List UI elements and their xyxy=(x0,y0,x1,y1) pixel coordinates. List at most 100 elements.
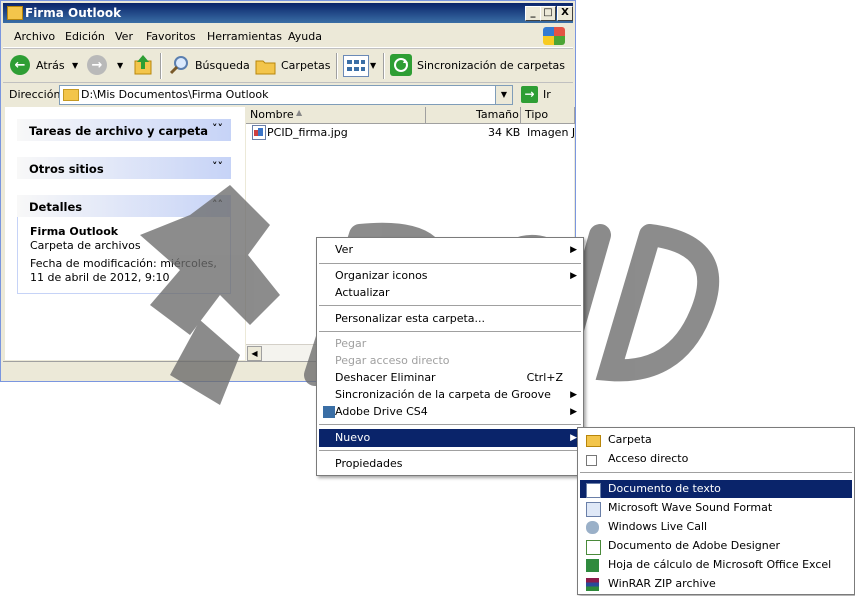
file-name[interactable]: PCID_firma.jpg xyxy=(267,126,348,139)
submenu-item-excel[interactable]: Hoja de cálculo de Microsoft Office Exce… xyxy=(580,556,852,574)
menu-item-personalizar[interactable]: Personalizar esta carpeta... xyxy=(319,310,581,328)
submenu-item-designer[interactable]: Documento de Adobe Designer xyxy=(580,537,852,555)
submenu-item-label: Windows Live Call xyxy=(608,520,708,533)
chevron-up-icon[interactable]: ˄˄ xyxy=(212,198,223,211)
details-type: Carpeta de archivos xyxy=(30,239,141,252)
panel-details-title: Detalles xyxy=(29,200,83,214)
menu-separator xyxy=(319,263,581,264)
shortcut-label: Ctrl+Z xyxy=(526,371,563,384)
menu-item-ver[interactable]: Ver ▶ xyxy=(319,241,581,259)
submenu-item-winrar[interactable]: WinRAR ZIP archive xyxy=(580,575,852,593)
folders-label[interactable]: Carpetas xyxy=(281,59,330,72)
menu-item-label: Deshacer Eliminar xyxy=(335,371,436,384)
menu-item-actualizar[interactable]: Actualizar xyxy=(319,284,581,302)
panel-tasks-title: Tareas de archivo y carpeta xyxy=(29,124,209,138)
windows-logo-icon xyxy=(543,27,565,45)
folder-icon xyxy=(586,435,601,447)
menu-favoritos[interactable]: Favoritos xyxy=(146,30,196,43)
panel-details[interactable]: Detalles ˄˄ xyxy=(17,195,231,217)
forward-arrow-icon[interactable]: → xyxy=(87,55,107,75)
menu-item-groove[interactable]: Sincronización de la carpeta de Groove ▶ xyxy=(319,386,581,404)
submenu-item-texto[interactable]: Documento de texto xyxy=(580,480,852,498)
submenu-item-wave[interactable]: Microsoft Wave Sound Format xyxy=(580,499,852,517)
menu-herramientas[interactable]: Herramientas xyxy=(207,30,282,43)
scroll-left-icon[interactable]: ◀ xyxy=(247,346,262,361)
go-arrow-icon[interactable]: → xyxy=(521,86,538,103)
submenu-item-live-call[interactable]: Windows Live Call xyxy=(580,518,852,536)
menu-archivo[interactable]: Archivo xyxy=(14,30,55,43)
menu-item-label: Personalizar esta carpeta... xyxy=(335,312,486,325)
address-input[interactable]: D:\Mis Documentos\Firma Outlook ▼ xyxy=(59,85,513,105)
chevron-down-icon[interactable]: ˅˅ xyxy=(212,160,223,173)
submenu-item-label: WinRAR ZIP archive xyxy=(608,577,716,590)
shortcut-icon xyxy=(586,455,597,466)
column-type[interactable]: Tipo xyxy=(521,107,575,124)
search-icon[interactable] xyxy=(168,54,190,76)
submenu-item-label: Microsoft Wave Sound Format xyxy=(608,501,773,514)
menu-ayuda[interactable]: Ayuda xyxy=(288,30,322,43)
excel-icon xyxy=(586,559,599,572)
submenu-arrow-icon: ▶ xyxy=(570,407,577,417)
submenu-item-label: Documento de Adobe Designer xyxy=(608,539,781,552)
column-size[interactable]: Tamaño xyxy=(426,107,521,124)
file-row[interactable]: PCID_firma.jpg 34 KB Imagen JI xyxy=(246,124,574,140)
menu-item-label: Actualizar xyxy=(335,286,390,299)
submenu-arrow-icon: ▶ xyxy=(570,433,577,443)
panel-other-places[interactable]: Otros sitios ˅˅ xyxy=(17,157,231,179)
menu-ver[interactable]: Ver xyxy=(115,30,133,43)
menu-item-label: Sincronización de la carpeta de Groove xyxy=(335,388,551,401)
menu-item-nuevo[interactable]: Nuevo ▶ xyxy=(319,429,581,447)
address-value[interactable]: D:\Mis Documentos\Firma Outlook xyxy=(81,88,269,101)
submenu-nuevo: Carpeta Acceso directo Documento de text… xyxy=(577,427,855,595)
submenu-item-label: Acceso directo xyxy=(608,452,689,465)
phone-icon xyxy=(586,521,599,534)
file-size: 34 KB xyxy=(488,126,521,139)
details-box: Firma Outlook Carpeta de archivos Fecha … xyxy=(17,217,231,294)
menu-item-label: Organizar iconos xyxy=(335,269,428,282)
column-type-label: Tipo xyxy=(525,108,549,121)
sort-ascending-icon: ▲ xyxy=(296,108,303,117)
folder-icon xyxy=(63,89,79,101)
menu-bar: Archivo Edición Ver Favoritos Herramient… xyxy=(3,25,573,48)
forward-dropdown-icon[interactable]: ▼ xyxy=(117,61,123,70)
go-button[interactable]: Ir xyxy=(543,88,551,101)
back-dropdown-icon[interactable]: ▼ xyxy=(72,61,78,70)
minimize-button[interactable]: _ xyxy=(525,6,541,21)
search-label[interactable]: Búsqueda xyxy=(195,59,250,72)
context-menu: Ver ▶ Organizar iconos ▶ Actualizar Person… xyxy=(316,237,584,476)
sync-label[interactable]: Sincronización de carpetas xyxy=(417,59,565,72)
title-bar[interactable]: Firma Outlook _ □ X xyxy=(3,3,573,23)
sync-icon[interactable] xyxy=(390,54,412,76)
views-dropdown-icon[interactable]: ▼ xyxy=(370,61,376,70)
address-dropdown-icon[interactable]: ▼ xyxy=(495,86,512,104)
submenu-item-carpeta[interactable]: Carpeta xyxy=(580,431,852,449)
back-arrow-icon[interactable]: ← xyxy=(10,55,30,75)
back-label[interactable]: Atrás xyxy=(36,59,65,72)
menu-item-deshacer[interactable]: Deshacer Eliminar Ctrl+Z xyxy=(319,369,581,387)
toolbar-separator xyxy=(383,53,385,79)
menu-item-adobe-drive[interactable]: Adobe Drive CS4 ▶ xyxy=(319,403,581,421)
menu-separator xyxy=(319,450,581,451)
column-name[interactable]: Nombre ▲ xyxy=(246,107,426,124)
views-icon[interactable] xyxy=(343,55,369,77)
panel-tasks[interactable]: Tareas de archivo y carpeta ˅˅ xyxy=(17,119,231,141)
panel-other-title: Otros sitios xyxy=(29,162,104,176)
menu-item-propiedades[interactable]: Propiedades xyxy=(319,455,581,473)
chevron-down-icon[interactable]: ˅˅ xyxy=(212,122,223,135)
submenu-item-label: Carpeta xyxy=(608,433,652,446)
folders-icon[interactable] xyxy=(255,57,277,75)
close-button[interactable]: X xyxy=(557,6,573,21)
menu-separator xyxy=(319,424,581,425)
up-folder-icon[interactable] xyxy=(133,53,153,77)
menu-item-pegar-acceso: Pegar acceso directo xyxy=(319,352,581,370)
submenu-arrow-icon: ▶ xyxy=(570,245,577,255)
toolbar-separator xyxy=(336,53,338,79)
menu-item-label: Pegar xyxy=(335,337,367,350)
submenu-item-label: Documento de texto xyxy=(608,482,721,495)
submenu-item-acceso[interactable]: Acceso directo xyxy=(580,450,852,468)
menu-edicion[interactable]: Edición xyxy=(65,30,105,43)
adobe-drive-icon xyxy=(323,406,335,418)
menu-item-organizar[interactable]: Organizar iconos ▶ xyxy=(319,267,581,285)
menu-item-label: Adobe Drive CS4 xyxy=(335,405,428,418)
maximize-button[interactable]: □ xyxy=(540,6,556,21)
